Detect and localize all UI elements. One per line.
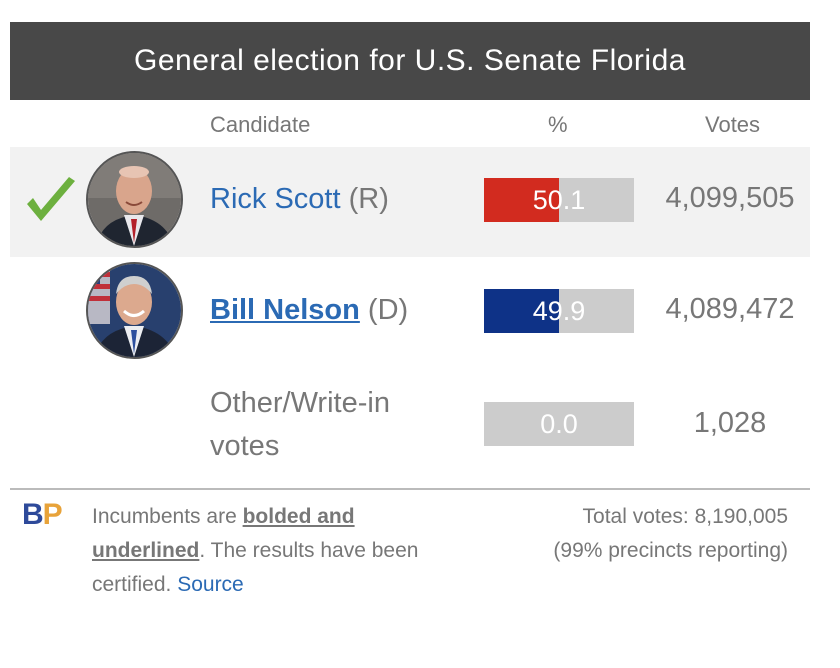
candidate-name-text[interactable]: Bill Nelson xyxy=(210,294,360,326)
percent-bar-rick-scott: 50.1 xyxy=(484,178,634,222)
candidate-photo-rick-scott xyxy=(86,151,183,248)
column-header-percent: % xyxy=(548,112,568,137)
vote-count-bill-nelson: 4,089,472 xyxy=(665,293,795,325)
candidate-name-rick-scott[interactable]: Rick Scott (R) xyxy=(210,183,389,216)
precincts-reporting: (99% precincts reporting) xyxy=(553,539,788,562)
candidate-name-text[interactable]: Rick Scott xyxy=(210,183,341,215)
results-header: General election for U.S. Senate Florida xyxy=(10,22,810,100)
footer-divider xyxy=(10,488,810,490)
percent-bar-bill-nelson: 49.9 xyxy=(484,289,634,333)
vote-count-rick-scott: 4,099,505 xyxy=(665,182,795,214)
candidate-row-bill-nelson: Bill Nelson (D) 49.9 4,089,472 xyxy=(10,258,810,368)
candidate-name-bill-nelson[interactable]: Bill Nelson (D) xyxy=(210,294,408,327)
vote-count-other: 1,028 xyxy=(693,407,767,439)
candidate-row-rick-scott: Rick Scott (R) 50.1 4,099,505 xyxy=(10,147,810,257)
header-title: General election for U.S. Senate Florida xyxy=(134,44,686,77)
candidate-name-other: Other/Write-in votes xyxy=(210,387,390,462)
percent-bar-other: 0.0 xyxy=(484,402,634,446)
column-header-votes: Votes xyxy=(705,112,761,137)
percent-label: 49.9 xyxy=(532,295,586,326)
winner-check-icon xyxy=(27,177,75,221)
column-header-candidate: Candidate xyxy=(210,112,311,137)
total-votes: Total votes: 8,190,005 xyxy=(582,505,788,528)
ballotpedia-logo: BP xyxy=(22,498,63,531)
candidate-photo-bill-nelson xyxy=(86,262,183,359)
candidate-party: (D) xyxy=(367,294,409,326)
footer-note: Incumbents are bolded and underlined. Th… xyxy=(92,500,452,602)
candidate-row-other: Other/Write-in votes 0.0 1,028 xyxy=(10,370,810,486)
note-text-pre: Incumbents are xyxy=(92,505,243,528)
percent-label: 50.1 xyxy=(532,184,586,215)
totals-block: Total votes: 8,190,005 (99% precincts re… xyxy=(480,500,788,568)
candidate-party: (R) xyxy=(348,183,389,215)
percent-label: 0.0 xyxy=(540,408,578,439)
source-link[interactable]: Source xyxy=(177,573,244,596)
